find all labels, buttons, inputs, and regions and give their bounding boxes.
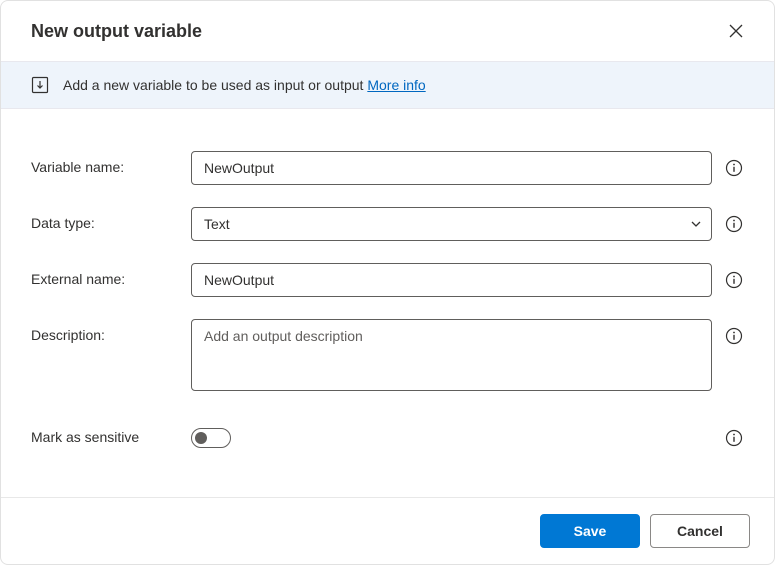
info-icon <box>725 159 743 177</box>
save-button[interactable]: Save <box>540 514 640 548</box>
dialog-title: New output variable <box>31 21 202 42</box>
data-type-select-wrap: Text <box>191 207 712 241</box>
toggle-knob <box>195 432 207 444</box>
description-input[interactable] <box>191 319 712 391</box>
banner-text: Add a new variable to be used as input o… <box>63 77 426 93</box>
info-icon <box>725 429 743 447</box>
data-type-control: Text <box>191 207 744 241</box>
sensitive-control <box>191 421 744 448</box>
info-icon <box>725 327 743 345</box>
cancel-button[interactable]: Cancel <box>650 514 750 548</box>
external-name-control <box>191 263 744 297</box>
variable-name-info[interactable] <box>724 158 744 178</box>
external-name-label: External name: <box>31 263 191 287</box>
variable-name-input[interactable] <box>191 151 712 185</box>
external-name-input[interactable] <box>191 263 712 297</box>
info-icon <box>725 271 743 289</box>
close-button[interactable] <box>720 15 752 47</box>
description-control <box>191 319 744 391</box>
description-label: Description: <box>31 319 191 343</box>
close-icon <box>729 24 743 38</box>
dialog-footer: Save Cancel <box>1 497 774 564</box>
description-row: Description: <box>31 319 744 391</box>
sensitive-toggle[interactable] <box>191 428 231 448</box>
banner-message: Add a new variable to be used as input o… <box>63 77 367 93</box>
external-name-row: External name: <box>31 263 744 297</box>
info-banner: Add a new variable to be used as input o… <box>1 61 774 109</box>
dialog-header: New output variable <box>1 1 774 61</box>
external-name-info[interactable] <box>724 270 744 290</box>
variable-name-control <box>191 151 744 185</box>
data-type-select[interactable]: Text <box>191 207 712 241</box>
data-type-label: Data type: <box>31 207 191 231</box>
sensitive-row: Mark as sensitive <box>31 421 744 448</box>
variable-name-row: Variable name: <box>31 151 744 185</box>
sensitive-info[interactable] <box>724 428 744 448</box>
new-output-variable-dialog: New output variable Add a new variable t… <box>0 0 775 565</box>
form-body: Variable name: Data type: Text <box>1 109 774 497</box>
data-type-info[interactable] <box>724 214 744 234</box>
description-info[interactable] <box>724 326 744 346</box>
variable-io-icon <box>31 76 49 94</box>
data-type-row: Data type: Text <box>31 207 744 241</box>
more-info-link[interactable]: More info <box>367 77 425 93</box>
variable-name-label: Variable name: <box>31 151 191 175</box>
info-icon <box>725 215 743 233</box>
sensitive-label: Mark as sensitive <box>31 421 191 445</box>
